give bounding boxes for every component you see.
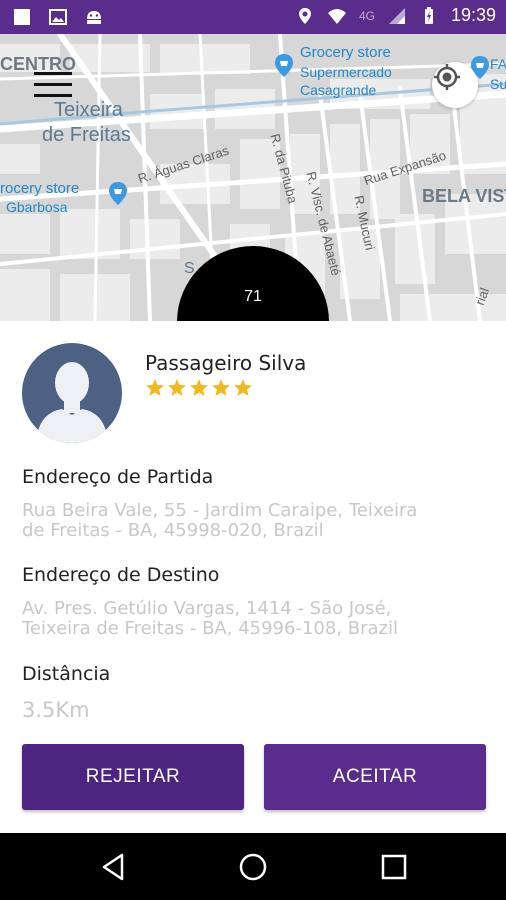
menu-icon-bar (34, 83, 72, 86)
passenger-name: Passageiro Silva (145, 351, 307, 375)
square-icon (14, 9, 30, 25)
map-label-poi: Su (490, 76, 506, 92)
countdown-value: 71 (244, 288, 262, 305)
distance-value: 3.5Km (22, 698, 90, 722)
my-location-button[interactable] (432, 62, 478, 108)
clock: 19:39 (450, 5, 496, 25)
map-label-area: de Freitas (42, 124, 131, 146)
image-icon (49, 9, 67, 25)
distance-label: Distância (22, 663, 111, 685)
home-icon[interactable] (237, 851, 269, 883)
android-icon (87, 11, 101, 24)
departure-label: Endereço de Partida (22, 466, 214, 488)
departure-address-line1: Rua Beira Vale, 55 - Jardim Caraipe, Tei… (22, 500, 418, 521)
map-label-poi: Supermercado (300, 64, 392, 80)
map-label-area: Teixeira (54, 99, 123, 121)
accept-button[interactable]: ACEITAR (264, 744, 486, 810)
avatar (22, 343, 122, 443)
map-label-poi: FA (490, 56, 506, 72)
map-label-district: BELA VIST (422, 186, 506, 206)
destination-address-line1: Av. Pres. Getúlio Vargas, 1414 - São Jos… (22, 598, 392, 619)
destination-address-line2: Teixeira de Freitas - BA, 45996-108, Bra… (22, 618, 398, 639)
map-view[interactable]: CENTRO Teixeira de Freitas BELA VIST Gro… (0, 34, 506, 321)
map-label-poi: Gbarbosa (6, 199, 68, 215)
battery-icon (424, 6, 433, 24)
map-label-poi: Casagrande (300, 82, 377, 98)
network-type: 4G (358, 8, 375, 23)
menu-button[interactable] (34, 72, 72, 100)
star-icons (146, 379, 252, 396)
departure-address-line2: de Freitas - BA, 45998-020, Brazil (22, 520, 324, 541)
reject-button[interactable]: REJEITAR (22, 744, 244, 810)
menu-icon-bar (34, 94, 72, 97)
ride-request-card: Passageiro Silva Endereço de Partida Rua… (0, 321, 506, 833)
map-label-poi: Grocery store (300, 44, 391, 61)
poi-pin-icon (275, 54, 293, 77)
back-icon[interactable] (98, 851, 130, 883)
map-label-poi: rocery store (0, 180, 80, 197)
menu-icon (34, 72, 72, 75)
person-icon (36, 362, 108, 443)
destination-label: Endereço de Destino (22, 564, 220, 586)
location-icon (298, 7, 311, 24)
recents-icon[interactable] (378, 851, 410, 883)
rating-stars (145, 377, 255, 399)
signal-icon (388, 7, 405, 24)
navigation-bar (0, 833, 506, 900)
wifi-icon (327, 8, 346, 24)
status-bar: 4G 19:39 (0, 0, 506, 34)
poi-pin-icon (109, 182, 127, 205)
crosshair-icon (434, 64, 460, 90)
